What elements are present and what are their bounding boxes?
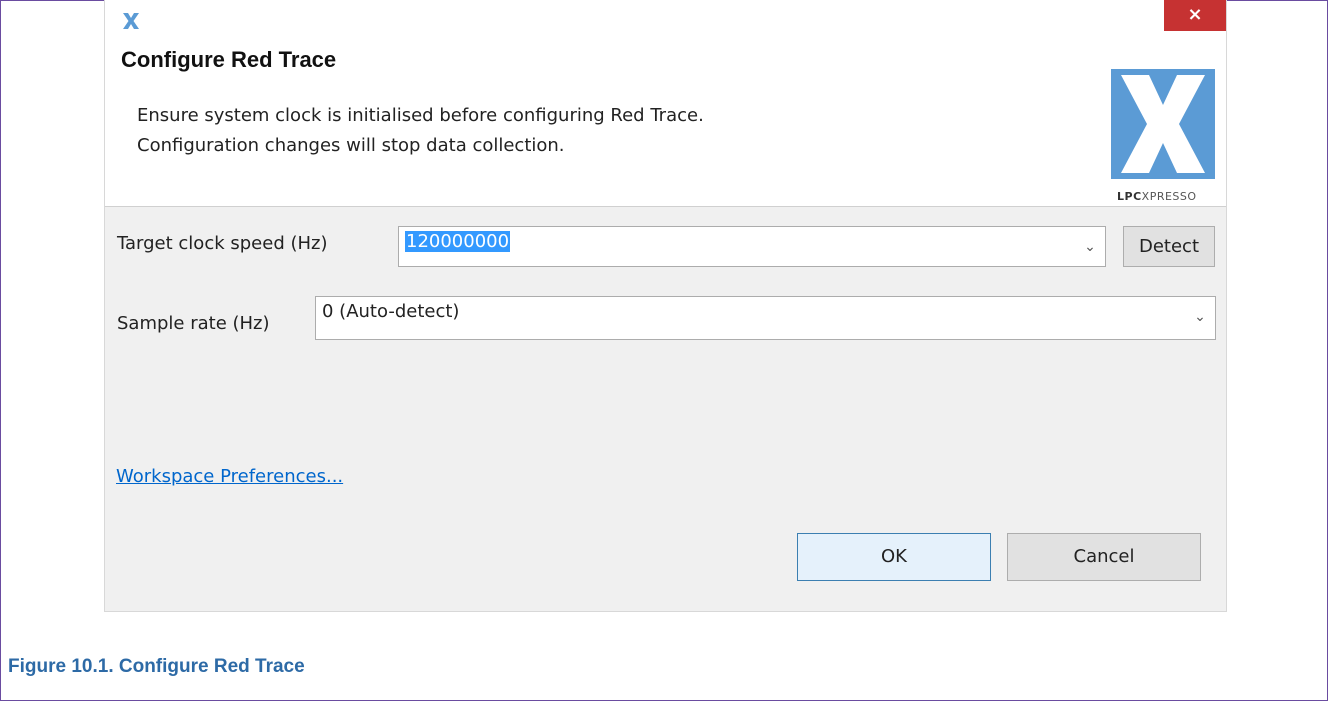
chevron-down-icon[interactable]: ⌄ bbox=[1185, 297, 1215, 339]
close-button[interactable]: × bbox=[1164, 0, 1226, 31]
clock-speed-combo[interactable]: 120000000 ⌄ bbox=[398, 226, 1106, 267]
workspace-preferences-link[interactable]: Workspace Preferences... bbox=[116, 466, 343, 487]
lpcxpresso-app-icon bbox=[121, 11, 141, 31]
sample-rate-combo[interactable]: 0 (Auto-detect) ⌄ bbox=[315, 296, 1216, 340]
message-line-2: Configuration changes will stop data col… bbox=[137, 135, 565, 156]
chevron-down-icon[interactable]: ⌄ bbox=[1075, 227, 1105, 266]
close-icon: × bbox=[1187, 4, 1203, 25]
sample-rate-value[interactable]: 0 (Auto-detect) bbox=[322, 301, 459, 322]
dialog-title: Configure Red Trace bbox=[121, 47, 337, 72]
sample-rate-label: Sample rate (Hz) bbox=[117, 313, 270, 334]
figure-caption: Figure 10.1. Configure Red Trace bbox=[8, 656, 305, 677]
clock-speed-label: Target clock speed (Hz) bbox=[117, 233, 328, 254]
logo-wordmark: LPCXPRESSO bbox=[1117, 190, 1197, 203]
ok-button[interactable]: OK bbox=[797, 533, 991, 581]
clock-speed-value[interactable]: 120000000 bbox=[405, 231, 511, 252]
cancel-button[interactable]: Cancel bbox=[1007, 533, 1201, 581]
lpcxpresso-logo-icon bbox=[1111, 69, 1215, 179]
message-line-1: Ensure system clock is initialised befor… bbox=[137, 105, 704, 126]
detect-button[interactable]: Detect bbox=[1123, 226, 1215, 267]
configure-red-trace-dialog: × Configure Red Trace Ensure system cloc… bbox=[104, 0, 1227, 612]
title-bar: × bbox=[105, 0, 1226, 39]
dialog-message: Ensure system clock is initialised befor… bbox=[137, 101, 704, 161]
